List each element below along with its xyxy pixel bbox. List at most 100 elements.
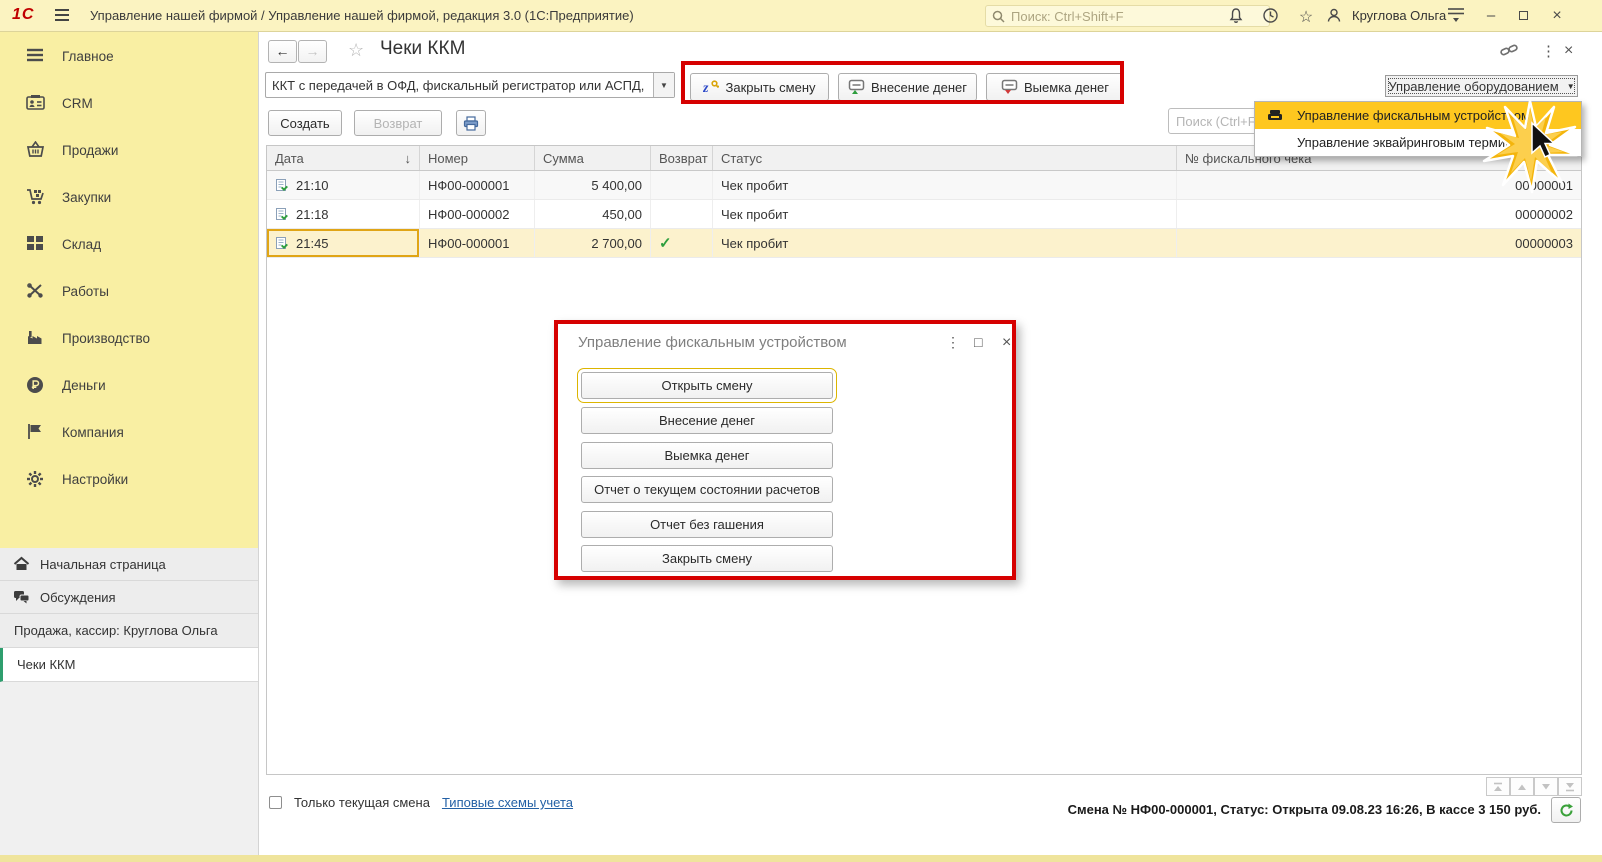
go-first-button[interactable] [1486,777,1510,796]
go-last-button[interactable] [1558,777,1582,796]
contact-card-icon [26,94,46,114]
refund-button[interactable]: Возврат [354,110,442,136]
receipt-sum: 2 700,00 [591,235,642,251]
more-actions-icon[interactable]: ⋮ [1541,42,1556,60]
table-row-selected[interactable]: 21:45 НФ00-000001 2 700,00 ✓ Чек пробит … [267,229,1581,258]
annotation-box-toolbar [681,61,1124,104]
open-shift-dialog-button[interactable]: Открыть смену [577,368,837,403]
main-menu-icon[interactable] [54,8,70,22]
sidebar-item-label: Производство [62,331,151,346]
withdraw-dialog-button[interactable]: Выемка денег [581,442,833,469]
refund-checkmark-icon: ✓ [659,235,672,252]
sidebar-item-nastroyki[interactable]: Настройки [0,456,258,503]
tab-home-page[interactable]: Начальная страница [0,548,258,581]
column-header-sum[interactable]: Сумма [535,146,651,170]
print-button[interactable] [456,110,486,136]
add-favorite-star-icon[interactable]: ☆ [348,40,364,61]
dialog-maximize-icon[interactable]: □ [974,334,982,350]
sidebar-item-prodazhi[interactable]: Продажи [0,127,258,174]
receipt-number: НФ00-000001 [428,177,510,193]
combobox-dropdown-icon[interactable]: ▼ [653,73,674,97]
receipt-status: Чек пробит [721,235,789,251]
printer-icon [463,115,479,131]
sidebar-item-label: Главное [62,49,114,64]
tab-sale-session[interactable]: Продажа, кассир: Круглова Ольга [0,614,258,648]
go-prev-button[interactable] [1510,777,1534,796]
sidebar-item-dengi[interactable]: Деньги [0,362,258,409]
x-report-button[interactable]: Отчет без гашения [581,511,833,538]
sidebar-item-label: Закупки [62,190,112,205]
sidebar-item-label: Деньги [62,378,106,393]
close-shift-dialog-button[interactable]: Закрыть смену [581,545,833,572]
dialog-more-icon[interactable]: ⋮ [946,334,960,351]
refresh-button[interactable] [1551,797,1581,823]
dialog-title: Управление фискальным устройством [578,334,847,351]
kkt-device-combobox[interactable]: ККТ с передачей в ОФД, фискальный регист… [265,72,675,98]
flag-icon [26,423,46,443]
close-page-icon[interactable]: × [1564,42,1573,60]
grid-icon [26,235,46,255]
favorites-star-icon[interactable]: ☆ [1296,7,1316,26]
sidebar-item-kompaniya[interactable]: Компания [0,409,258,456]
current-settlement-report-button[interactable]: Отчет о текущем состоянии расчетов [581,476,833,503]
document-posted-icon [275,236,288,250]
forward-button[interactable]: → [298,40,327,63]
sidebar-item-crm[interactable]: CRM [0,80,258,127]
refund-label: Возврат [373,115,423,131]
history-icon[interactable] [1262,7,1282,25]
close-window-button[interactable]: × [1546,6,1568,26]
notifications-bell-icon[interactable] [1228,7,1248,25]
receipt-number: НФ00-000001 [428,235,510,251]
table-row[interactable]: 21:18 НФ00-000002 450,00 Чек пробит 0000… [267,200,1581,229]
refresh-icon [1559,803,1574,818]
restore-button[interactable] [1512,6,1534,26]
column-header-refund[interactable]: Возврат [651,146,713,170]
ruble-icon [26,376,46,396]
sidebar-item-label: Склад [62,237,102,252]
shift-status-line: Смена № НФ00-000001, Статус: Открыта 09.… [1067,802,1541,817]
user-icon[interactable] [1326,7,1346,25]
receipt-number: НФ00-000002 [428,206,510,222]
sidebar-item-raboty[interactable]: Работы [0,268,258,315]
search-icon [992,10,1005,23]
minimize-button[interactable]: – [1480,6,1502,26]
tab-label: Начальная страница [40,556,166,572]
only-current-shift-label: Только текущая смена [294,795,430,810]
tab-label: Обсуждения [40,589,116,605]
dialog-close-icon[interactable]: × [1002,334,1011,352]
table-row[interactable]: 21:10 НФ00-000001 5 400,00 Чек пробит 00… [267,171,1581,200]
sidebar-item-sklad[interactable]: Склад [0,221,258,268]
column-header-date[interactable]: Дата ↓ [267,146,420,170]
typical-schemes-link[interactable]: Типовые схемы учета [442,795,573,810]
tab-cheki-kkm-active[interactable]: Чеки ККМ [0,648,258,682]
current-user-name[interactable]: Круглова Ольга [1352,8,1446,23]
deposit-dialog-button[interactable]: Внесение денег [581,407,833,434]
sidebar-item-glavnoe[interactable]: Главное [0,33,258,80]
service-menu-icon[interactable] [1447,7,1467,25]
go-next-button[interactable] [1534,777,1558,796]
receipt-status: Чек пробит [721,206,789,222]
receipt-time: 21:45 [296,235,329,251]
create-button[interactable]: Создать [268,110,342,136]
column-header-status[interactable]: Статус [713,146,1177,170]
receipt-status: Чек пробит [721,177,789,193]
document-posted-icon [275,178,288,192]
gear-icon [26,470,46,490]
receipt-fiscal-number: 00000003 [1515,235,1573,251]
tab-discussions[interactable]: Обсуждения [0,581,258,614]
equipment-management-button[interactable]: Управление оборудованием ▼ [1385,75,1578,97]
sidebar-item-proizvodstvo[interactable]: Производство [0,315,258,362]
tab-label: Продажа, кассир: Круглова Ольга [14,623,218,638]
only-current-shift-checkbox[interactable] [269,796,282,809]
basket-icon [26,140,46,161]
sidebar-item-label: Настройки [62,472,129,487]
back-button[interactable]: ← [268,40,297,63]
column-header-number[interactable]: Номер [420,146,535,170]
receipt-fiscal-number: 00000002 [1515,206,1573,222]
tools-icon [26,282,46,302]
window-bottom-frame [0,855,1602,862]
get-link-icon[interactable] [1500,42,1519,59]
sidebar-item-zakupki[interactable]: Закупки [0,174,258,221]
sidebar-filler [0,682,258,855]
create-label: Создать [280,115,330,131]
